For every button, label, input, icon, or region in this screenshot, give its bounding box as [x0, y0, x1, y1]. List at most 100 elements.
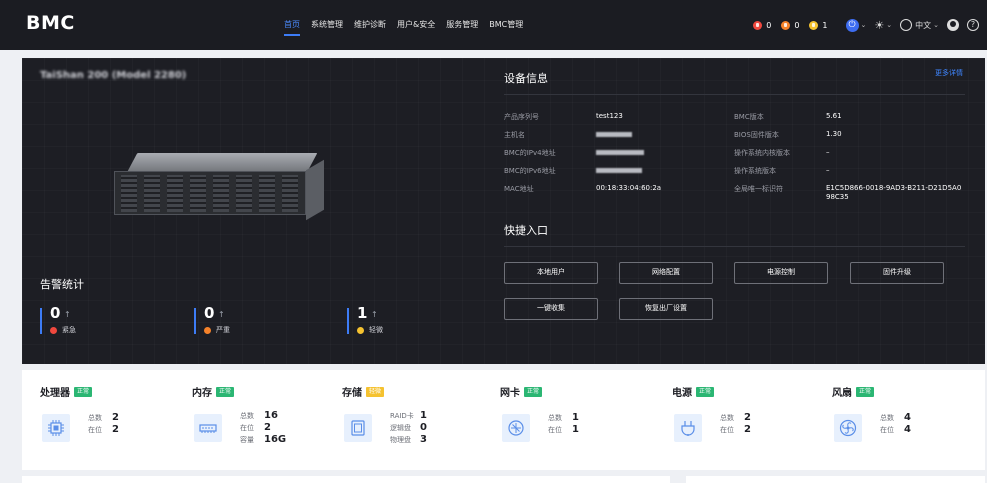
storage-logical: 逻辑盘 0	[390, 422, 427, 433]
nic-present: 在位 1	[548, 424, 579, 435]
ipv4-value-masked	[596, 148, 644, 156]
factory-reset-button[interactable]: 恢复出厂设置	[619, 298, 713, 320]
processor-card[interactable]: 处理器 正常 总数 2 在位 2	[30, 370, 190, 470]
critical-alarm-stat-count: 0	[50, 304, 61, 322]
brightness-menu[interactable]: ☀ ⌄	[874, 19, 892, 32]
ipv6-value-masked	[596, 166, 642, 174]
hostname-label: 主机名	[504, 131, 525, 139]
nav-bmc-management[interactable]: BMC管理	[489, 0, 523, 50]
bmc-version-value: 5.61	[826, 112, 842, 120]
divider	[504, 246, 965, 247]
quick-entry-title: 快捷入口	[504, 224, 548, 237]
guid-value-continued: 98C35	[826, 193, 849, 201]
ipv6-label: BMC的IPv6地址	[504, 167, 556, 175]
minor-alarm-icon	[809, 20, 819, 30]
chevron-down-icon: ⌄	[933, 21, 939, 29]
power-supply-card[interactable]: 电源 正常 总数 2 在位 2	[662, 370, 822, 470]
lower-card-right	[686, 476, 985, 483]
stat-value: 2	[744, 412, 751, 423]
processor-title: 处理器	[40, 388, 70, 399]
stat-value: 3	[420, 434, 427, 445]
power-supply-icon	[674, 414, 702, 442]
server-chassis-side	[306, 159, 324, 221]
drive-bay	[167, 175, 183, 212]
user-icon	[947, 19, 959, 31]
power-control-button[interactable]: 电源控制	[734, 262, 828, 284]
serial-label: 产品序列号	[504, 113, 539, 121]
storage-icon	[344, 414, 372, 442]
server-image	[114, 153, 326, 221]
stat-value: 16G	[264, 434, 287, 445]
nic-header: 网卡 正常	[500, 384, 543, 399]
one-click-collect-button[interactable]: 一键收集	[504, 298, 598, 320]
kernel-version-label: 操作系统内核版本	[734, 149, 790, 157]
status-badge: 正常	[74, 386, 93, 397]
drive-bay	[190, 175, 206, 212]
power-menu[interactable]: ⏻ ⌄	[845, 18, 866, 32]
user-menu[interactable]	[947, 19, 959, 31]
header-tools: 0 0 1 ⏻ ⌄ ☀ ⌄ 中文 ⌄ ?	[753, 0, 979, 50]
power-supply-total: 总数 2	[720, 412, 751, 423]
processor-total: 总数 2	[88, 412, 119, 423]
fan-total: 总数 4	[880, 412, 911, 423]
stat-key: 在位	[720, 426, 734, 434]
local-users-button[interactable]: 本地用户	[504, 262, 598, 284]
critical-alarm-icon	[50, 326, 57, 334]
stat-value: 1	[420, 410, 427, 421]
fan-card[interactable]: 风扇 正常 总数 4 在位 4	[822, 370, 982, 470]
overview-panel: TaiShan 200 (Model 2280) 告警统计 0 ↑ 紧急 0 ↑	[22, 58, 985, 364]
divider	[504, 94, 965, 95]
arrow-up-icon: ↑	[218, 310, 225, 319]
firmware-upgrade-button[interactable]: 固件升级	[850, 262, 944, 284]
nic-icon	[502, 414, 530, 442]
language-menu[interactable]: 中文 ⌄	[900, 19, 939, 31]
nav-service-management[interactable]: 服务管理	[446, 0, 478, 50]
os-version-label: 操作系统版本	[734, 167, 776, 175]
sun-icon: ☀	[874, 18, 885, 32]
stat-key: 逻辑盘	[390, 424, 411, 432]
stat-key: 物理盘	[390, 436, 411, 444]
power-supply-title: 电源	[672, 388, 692, 399]
more-details-link[interactable]: 更多详情	[935, 68, 963, 78]
nav-maintenance[interactable]: 维护诊断	[354, 0, 386, 50]
processor-header: 处理器 正常	[40, 384, 93, 399]
nic-total: 总数 1	[548, 412, 579, 423]
device-info-title: 设备信息	[504, 72, 548, 85]
nic-card[interactable]: 网卡 正常 总数 1 在位 1	[490, 370, 650, 470]
status-badge: 正常	[216, 386, 235, 397]
help-button[interactable]: ?	[967, 19, 979, 31]
storage-header: 存储 轻微	[342, 384, 385, 399]
guid-label: 全局唯一标识符	[734, 185, 783, 193]
major-alarm-icon	[781, 20, 791, 30]
memory-total: 总数 16	[240, 410, 278, 421]
storage-card[interactable]: 存储 轻微 RAID卡 1 逻辑盘 0 物理盘 3	[332, 370, 492, 470]
critical-alarm-stat-text: 紧急	[62, 326, 76, 334]
alarm-stats-title: 告警统计	[40, 278, 84, 291]
stat-value: 1	[572, 424, 579, 435]
drive-bay	[236, 175, 252, 212]
fan-title: 风扇	[832, 388, 852, 399]
critical-alarm-indicator[interactable]: 0	[753, 20, 771, 30]
major-alarm-indicator[interactable]: 0	[781, 20, 799, 30]
bmc-logo: BMC	[26, 12, 75, 34]
drive-bay	[259, 175, 275, 212]
guid-value: E1C5D866-0018-9AD3-B211-D21D5A0	[826, 184, 962, 192]
minor-alarm-indicator[interactable]: 1	[809, 20, 828, 30]
kernel-version-value: –	[826, 148, 830, 156]
minor-alarm-icon	[357, 326, 364, 334]
stat-key: 总数	[880, 414, 894, 422]
stat-value: 1	[572, 412, 579, 423]
memory-card[interactable]: 内存 正常 总数 16 在位 2 容量 16G	[182, 370, 342, 470]
mac-value: 00:18:33:04:60:2a	[596, 184, 662, 192]
bmc-version-label: BMC版本	[734, 113, 764, 121]
stat-key: 在位	[240, 424, 254, 432]
nav-system-management[interactable]: 系统管理	[311, 0, 343, 50]
arrow-up-icon: ↑	[64, 310, 71, 319]
nav-home[interactable]: 首页	[284, 0, 300, 50]
hostname-value-masked	[596, 130, 632, 138]
critical-alarm-stat-label: 紧急	[50, 325, 76, 335]
network-config-button[interactable]: 网络配置	[619, 262, 713, 284]
ipv4-label: BMC的IPv4地址	[504, 149, 556, 157]
nav-user-security[interactable]: 用户&安全	[397, 0, 435, 50]
stat-accent-bar	[194, 308, 196, 334]
